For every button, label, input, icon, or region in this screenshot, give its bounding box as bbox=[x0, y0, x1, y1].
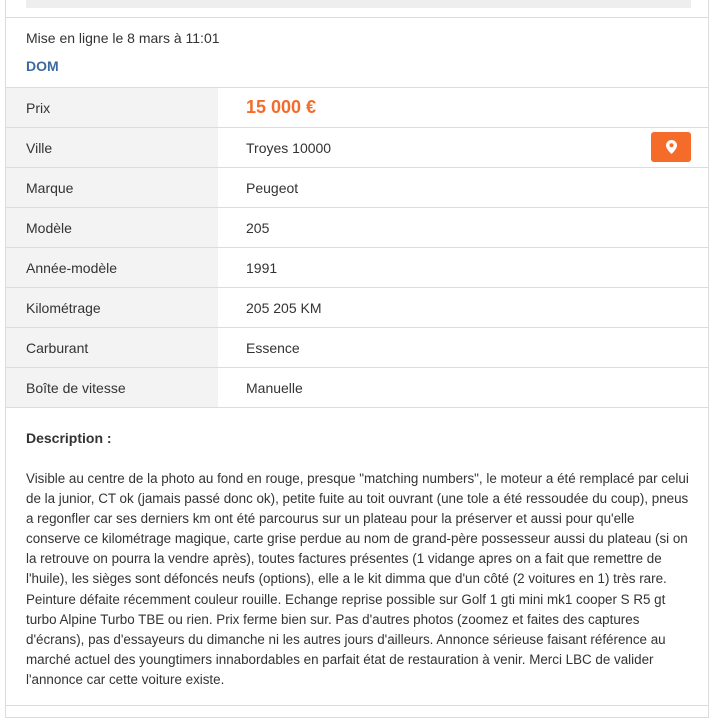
attr-row-year: Année-modèle 1991 bbox=[6, 248, 708, 288]
divider bbox=[6, 17, 708, 18]
year-value: 1991 bbox=[246, 259, 278, 276]
attr-row-price: Prix 15 000 € bbox=[6, 88, 708, 128]
listing-card: Mise en ligne le 8 mars à 11:01 DOM Prix… bbox=[5, 0, 709, 718]
gallery-strip bbox=[26, 0, 691, 8]
attr-row-model: Modèle 205 bbox=[6, 208, 708, 248]
attr-label: Kilométrage bbox=[6, 288, 218, 327]
model-value: 205 bbox=[246, 219, 270, 236]
attr-row-fuel: Carburant Essence bbox=[6, 328, 708, 368]
mileage-value: 205 205 KM bbox=[246, 299, 322, 316]
attr-label: Année-modèle bbox=[6, 248, 218, 287]
attr-row-city: Ville Troyes 10000 bbox=[6, 128, 708, 168]
fuel-value: Essence bbox=[246, 339, 300, 356]
attr-label: Prix bbox=[6, 88, 218, 127]
posted-date: Mise en ligne le 8 mars à 11:01 bbox=[26, 30, 220, 46]
attr-row-gearbox: Boîte de vitesse Manuelle bbox=[6, 368, 708, 408]
gearbox-value: Manuelle bbox=[246, 379, 303, 396]
description-title: Description : bbox=[26, 430, 112, 446]
show-location-button[interactable] bbox=[651, 132, 691, 162]
category-link[interactable]: DOM bbox=[26, 58, 59, 74]
attr-row-brand: Marque Peugeot bbox=[6, 168, 708, 208]
attr-label: Boîte de vitesse bbox=[6, 368, 218, 407]
brand-value: Peugeot bbox=[246, 179, 299, 196]
city-value: Troyes 10000 bbox=[246, 139, 332, 156]
price-value: 15 000 € bbox=[246, 97, 317, 117]
attr-label: Carburant bbox=[6, 328, 218, 367]
divider bbox=[6, 705, 708, 706]
attr-row-mileage: Kilométrage 205 205 KM bbox=[6, 288, 708, 328]
attr-label: Modèle bbox=[6, 208, 218, 247]
description-text: Visible au centre de la photo au fond en… bbox=[26, 471, 689, 687]
attr-label: Marque bbox=[6, 168, 218, 207]
map-pin-icon bbox=[665, 140, 677, 154]
attr-label: Ville bbox=[6, 128, 218, 167]
attributes-table: Prix 15 000 € Ville Troyes 10000 Marque … bbox=[6, 87, 708, 408]
